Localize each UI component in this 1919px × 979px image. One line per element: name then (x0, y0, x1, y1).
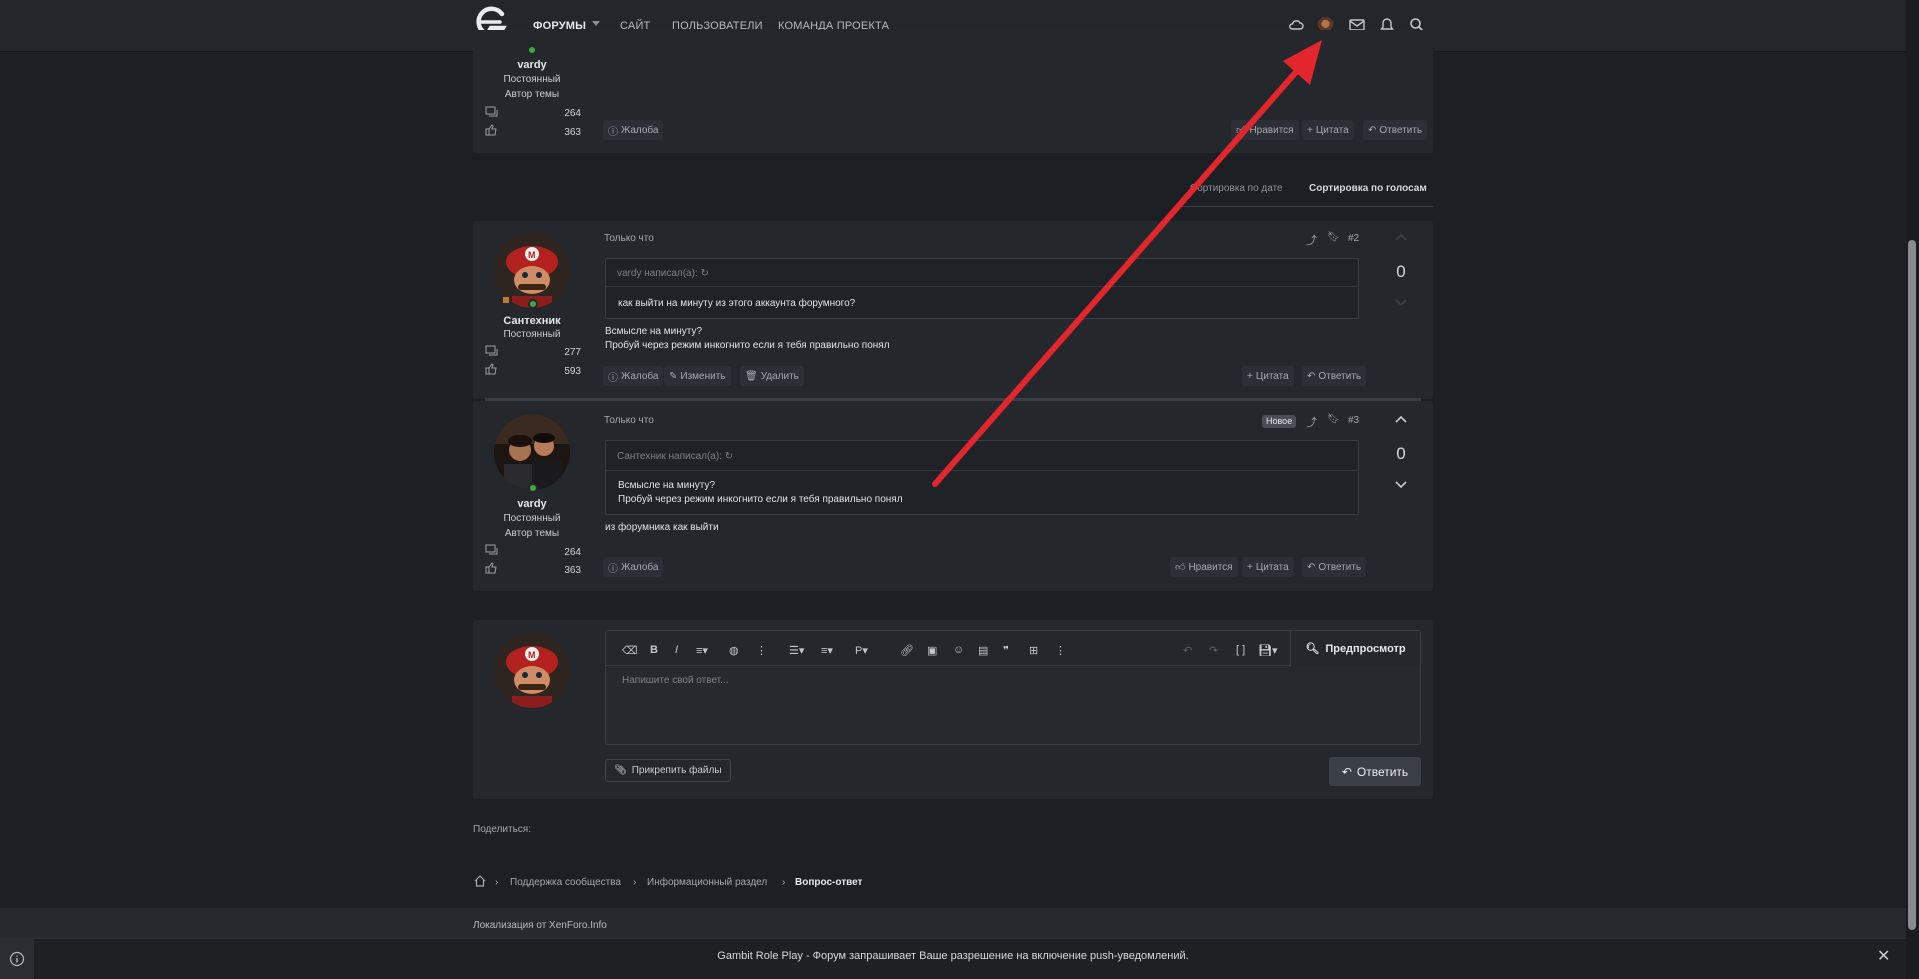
annotation-arrow-icon (932, 40, 1322, 487)
